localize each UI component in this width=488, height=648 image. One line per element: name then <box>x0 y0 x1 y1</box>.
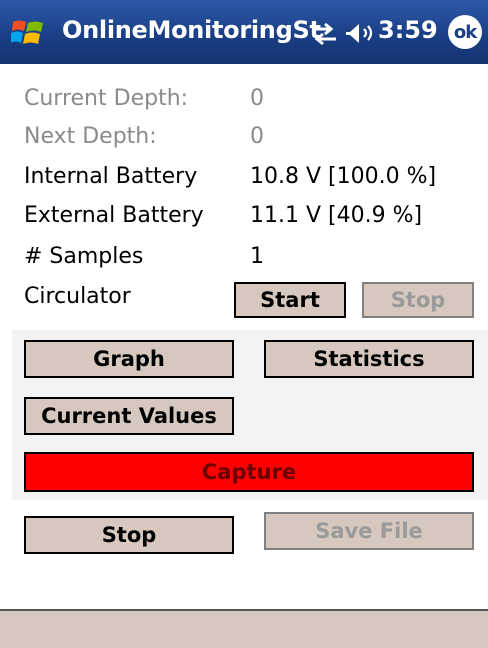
external-battery-value: 11.1 V [40.9 %] <box>250 203 423 228</box>
internal-battery-label: Internal Battery <box>24 164 198 189</box>
circulator-start-button[interactable]: Start <box>234 282 346 318</box>
ok-button[interactable]: ok <box>448 15 482 49</box>
network-sync-icon[interactable] <box>310 22 338 46</box>
next-depth-label: Next Depth: <box>24 124 157 149</box>
graph-button[interactable]: Graph <box>24 340 234 378</box>
circulator-label: Circulator <box>24 284 131 309</box>
statistics-button[interactable]: Statistics <box>264 340 474 378</box>
internal-battery-value: 10.8 V [100.0 %] <box>250 164 437 189</box>
speaker-icon[interactable] <box>345 21 375 45</box>
windows-start-icon[interactable] <box>11 16 45 48</box>
bottom-menu-bar[interactable] <box>0 609 488 648</box>
title-bar: OnlineMonitoringSt 3:59 ok <box>0 0 488 64</box>
current-depth-label: Current Depth: <box>24 86 189 111</box>
stop-button[interactable]: Stop <box>24 516 234 554</box>
next-depth-value: 0 <box>250 124 264 149</box>
current-values-button[interactable]: Current Values <box>24 397 234 435</box>
samples-label: # Samples <box>24 244 144 269</box>
app-title: OnlineMonitoringSt <box>62 16 321 44</box>
save-file-button[interactable]: Save File <box>264 512 474 550</box>
ok-button-label: ok <box>453 21 477 43</box>
capture-button[interactable]: Capture <box>24 452 474 492</box>
samples-value: 1 <box>250 244 264 269</box>
current-depth-value: 0 <box>250 86 264 111</box>
clock[interactable]: 3:59 <box>378 16 438 44</box>
external-battery-label: External Battery <box>24 203 204 228</box>
circulator-stop-button[interactable]: Stop <box>362 282 474 318</box>
